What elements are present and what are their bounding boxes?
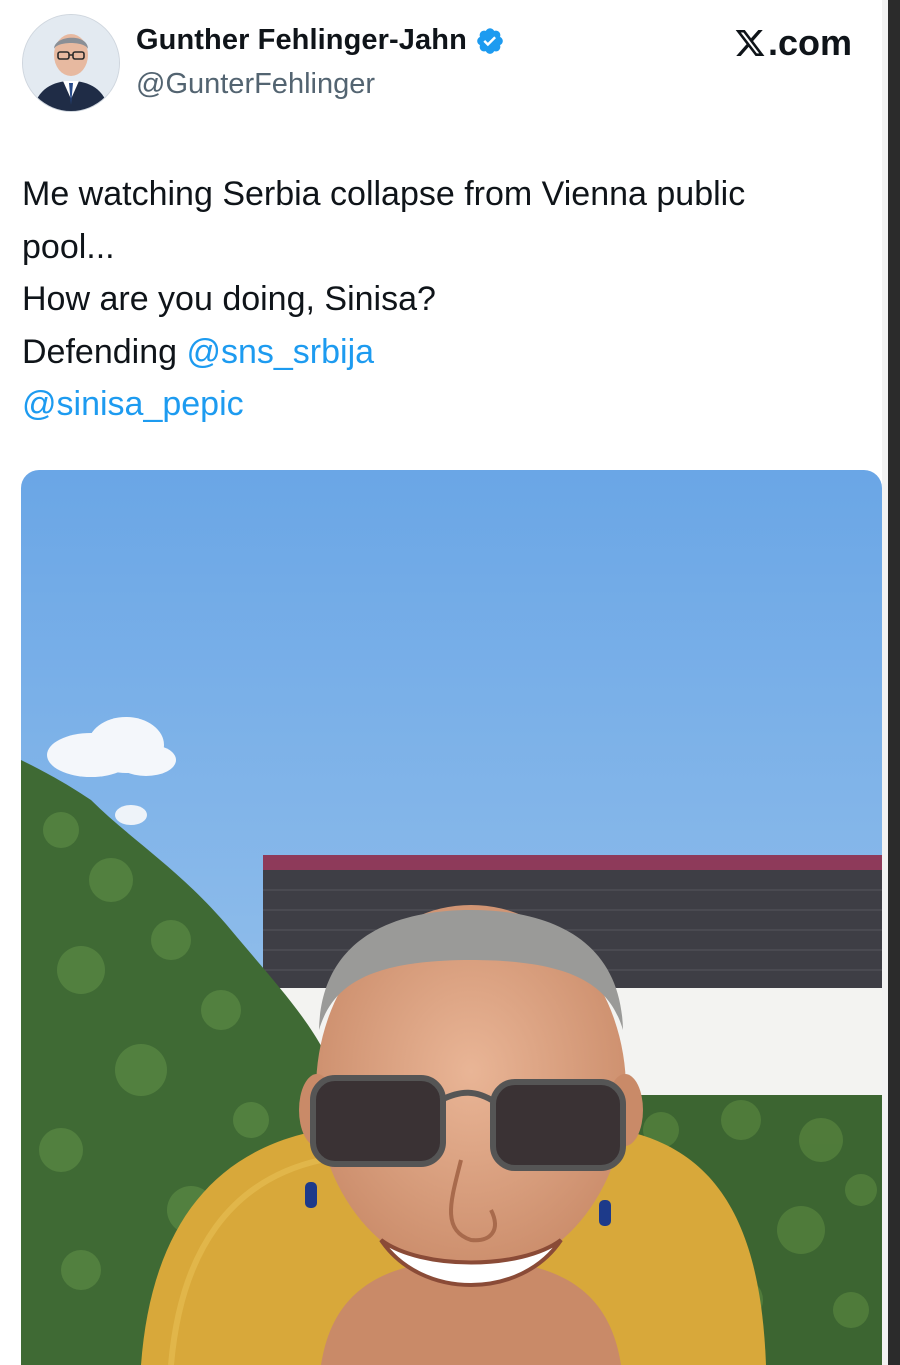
- author-name-row[interactable]: Gunther Fehlinger-Jahn: [136, 24, 505, 57]
- earbud-left: [305, 1182, 317, 1208]
- verified-badge-icon: [477, 27, 503, 54]
- x-logo-link[interactable]: .com: [734, 22, 852, 64]
- x-domain-suffix: .com: [768, 22, 853, 63]
- tweet-text: Me watching Serbia collapse from Vienna …: [22, 168, 862, 431]
- roof-trim: [263, 855, 882, 871]
- tweet-line-1: Me watching Serbia collapse from Vienna …: [22, 175, 746, 213]
- author-display-name[interactable]: Gunther Fehlinger-Jahn: [136, 24, 467, 57]
- avatar-portrait: [23, 15, 119, 111]
- mention-link-sns-srbija[interactable]: @sns_srbija: [186, 333, 374, 371]
- page-edge-dark: [888, 0, 900, 1365]
- author-avatar[interactable]: [22, 14, 120, 112]
- tweet-line-4: Defending @sns_srbija: [22, 326, 862, 379]
- tweet-line-3: How are you doing, Sinisa?: [22, 280, 436, 318]
- author-handle[interactable]: @GunterFehlinger: [136, 68, 375, 101]
- selfie-photo: [21, 470, 882, 1365]
- tweet-photo[interactable]: [21, 470, 882, 1365]
- tweet-line-2: pool...: [22, 227, 115, 266]
- tweet-line-4-prefix: Defending: [22, 332, 187, 371]
- x-logo-icon: [735, 30, 765, 56]
- mention-link-sinisa-pepic[interactable]: @sinisa_pepic: [22, 385, 244, 423]
- cloud-small: [115, 805, 147, 825]
- earbud-right: [599, 1200, 611, 1226]
- tweet-line-5: @sinisa_pepic: [22, 378, 862, 431]
